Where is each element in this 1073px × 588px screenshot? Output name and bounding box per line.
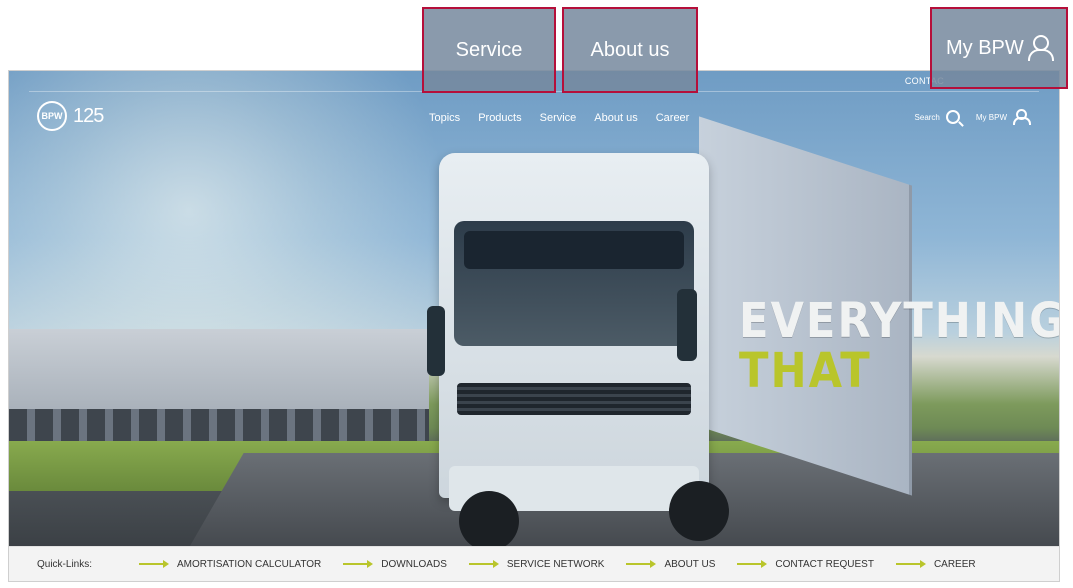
quick-link-contact-request[interactable]: CONTACT REQUEST [737,559,874,570]
warehouse-background [9,329,429,449]
quick-link-career[interactable]: CAREER [895,558,976,570]
truck-mirror-left [427,306,445,376]
header-tools: Search My BPW [915,109,1031,125]
quick-link-service-network[interactable]: SERVICE NETWORK [468,558,605,570]
quick-link-downloads[interactable]: DOWNLOADS [343,559,447,570]
mybpw-callout-text: My BPW [946,36,1024,59]
truck-wheel-front [459,491,519,551]
user-icon [1028,35,1054,61]
arrow-right-icon [895,560,926,568]
about-callout[interactable]: About us [562,7,698,93]
hero-banner: CONTAC BPW 125 Topics Products Service A… [9,71,1060,573]
nav-service[interactable]: Service [540,112,577,124]
quick-link-text: DOWNLOADS [381,558,447,570]
nav-career[interactable]: Career [656,112,690,124]
truck-wheel-rear [669,481,729,541]
quick-link-text: SERVICE NETWORK [506,558,605,570]
quick-links-bar: Quick-Links: AMORTISATION CALCULATOR DOW… [9,546,1059,581]
nav-about-us[interactable]: About us [594,112,637,124]
about-callout-text: About us [590,38,670,61]
hero-headline: EVERYTHING THAT [739,293,1060,399]
quick-link-about-us[interactable]: ABOUT US [626,559,715,570]
headline-line2: THAT [739,343,872,399]
my-bpw-button[interactable]: My BPW [975,109,1031,125]
search-button[interactable]: Search [915,110,960,124]
search-label: Search [914,112,940,122]
quick-link-text: ABOUT US [664,558,716,570]
arrow-right-icon [737,560,768,568]
my-bpw-label: My BPW [975,112,1007,122]
headline-line1: EVERYTHING [739,293,1060,349]
main-nav: Topics Products Service About us Career [429,112,689,124]
quick-link-text: AMORTISATION CALCULATOR [177,558,322,570]
arrow-right-icon [343,560,374,568]
arrow-right-icon [139,560,169,568]
truck-mirror-right [677,289,697,361]
arrow-right-icon [626,560,657,568]
user-icon [1013,109,1031,125]
quick-link-text: CAREER [933,558,976,570]
service-callout-text: Service [455,38,523,61]
truck-visor [464,231,684,269]
nav-products[interactable]: Products [478,112,521,124]
quick-link-text: CONTACT REQUEST [775,558,874,570]
mybpw-callout[interactable]: My BPW [930,7,1068,89]
arrow-right-icon [468,560,499,568]
service-callout[interactable]: Service [422,7,556,93]
truck-grille [457,383,691,415]
logo-125: 125 [73,104,104,127]
bpw-logo[interactable]: BPW 125 [37,101,133,131]
quick-links-label: Quick-Links: [37,558,93,570]
nav-topics[interactable]: Topics [429,112,460,124]
quick-link-amortisation[interactable]: AMORTISATION CALCULATOR [139,559,321,570]
search-icon [945,110,960,124]
bpw-emblem-icon: BPW [37,101,67,131]
browser-frame: CONTAC BPW 125 Topics Products Service A… [8,70,1060,582]
